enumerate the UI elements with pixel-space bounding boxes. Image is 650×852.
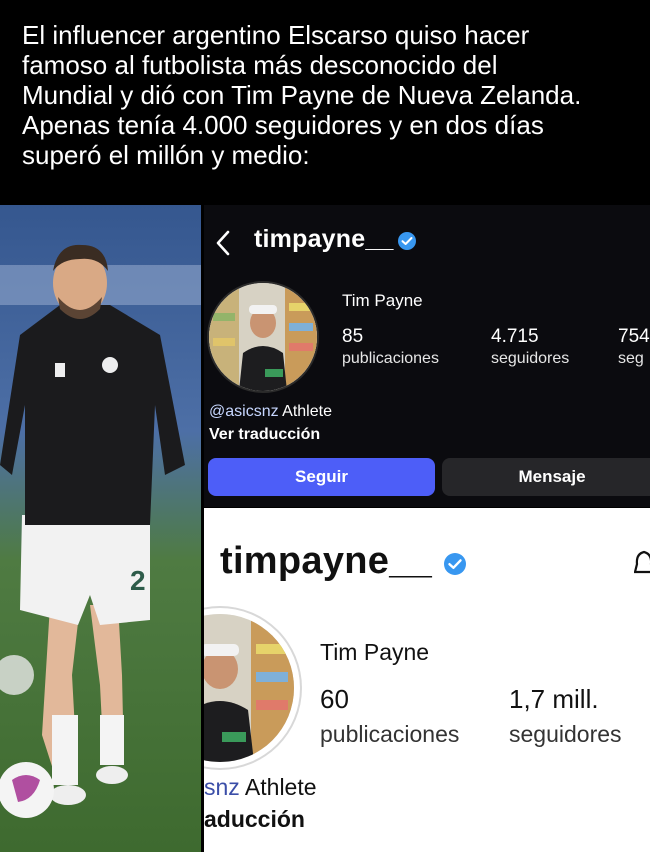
verified-badge-icon <box>444 553 466 575</box>
player-photo: 2 <box>0 205 201 852</box>
caption-line: Mundial y dió con Tim Payne de Nueva Zel… <box>22 80 582 110</box>
notification-bell-icon[interactable] <box>634 548 650 578</box>
caption-line: Apenas tenía 4.000 seguidores y en dos d… <box>22 110 544 140</box>
profile-username: timpayne__ <box>254 225 394 253</box>
profile-before-dark: timpayne__ Tim Payne 85 publicaciones 4.… <box>204 205 650 507</box>
bio-mention-link[interactable]: snz <box>204 774 240 800</box>
profile-after-light: timpayne__ Tim Payne 60 publicaciones 1,… <box>204 508 650 852</box>
caption-text: El influencer argentino Elscarso quiso h… <box>22 20 642 170</box>
avatar-image <box>204 614 294 762</box>
profile-username: timpayne__ <box>220 540 433 582</box>
followers-count[interactable]: 1,7 mill. <box>509 684 599 715</box>
shorts-number: 2 <box>130 565 146 596</box>
posts-label: publicaciones <box>342 350 439 367</box>
profile-avatar[interactable] <box>204 614 294 762</box>
followers-count[interactable]: 4.715 <box>491 326 539 348</box>
see-translation-link[interactable]: aducción <box>204 806 305 833</box>
followers-label[interactable]: seguidores <box>509 721 622 748</box>
following-count[interactable]: 754 <box>618 326 650 348</box>
back-arrow-icon[interactable] <box>214 229 232 257</box>
verified-badge-icon <box>398 232 416 250</box>
see-translation-link[interactable]: Ver traducción <box>209 426 320 444</box>
avatar-image <box>209 283 317 391</box>
caption-line: famoso al futbolista más desconocido del <box>22 50 498 80</box>
caption-line: superó el millón y medio: <box>22 140 310 170</box>
profile-bio: @asicsnz Athlete <box>209 403 332 421</box>
profile-display-name: Tim Payne <box>320 639 430 665</box>
caption-line: El influencer argentino Elscarso quiso h… <box>22 20 530 50</box>
bio-mention-link[interactable]: @asicsnz <box>209 403 279 420</box>
profile-display-name: Tim Payne <box>342 291 423 310</box>
followers-label[interactable]: seguidores <box>491 350 569 368</box>
message-button[interactable]: Mensaje <box>442 458 650 496</box>
posts-label: publicaciones <box>320 721 460 747</box>
bio-text: Athlete <box>239 774 317 800</box>
follow-button[interactable]: Seguir <box>208 458 435 496</box>
profile-avatar[interactable] <box>207 281 319 393</box>
following-label[interactable]: seg <box>618 350 644 368</box>
player-photo-illustration: 2 <box>0 205 201 852</box>
bio-text: Athlete <box>278 403 332 420</box>
posts-count: 85 <box>342 326 364 347</box>
posts-count: 60 <box>320 684 349 714</box>
profile-bio: snz Athlete <box>204 774 317 801</box>
